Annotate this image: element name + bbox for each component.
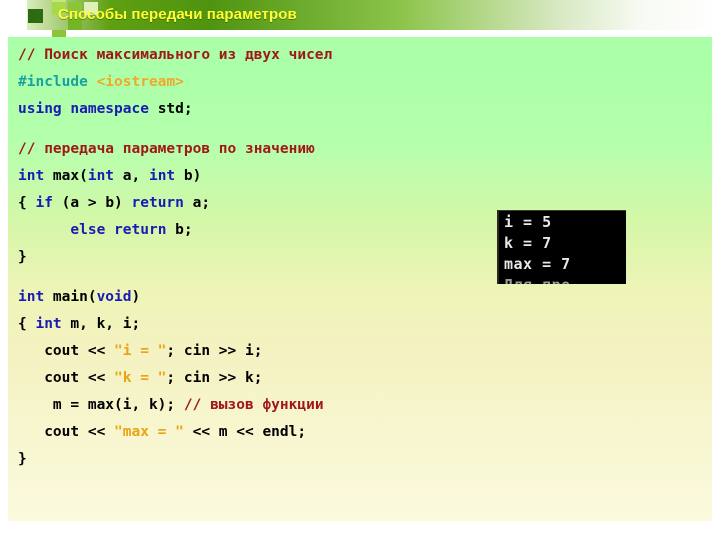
code-token: cout << bbox=[18, 424, 115, 440]
code-token: if bbox=[35, 195, 62, 211]
code-line: // передача параметров по значению bbox=[18, 136, 332, 163]
code-token: << m << endl; bbox=[183, 424, 307, 440]
code-token: int bbox=[148, 168, 184, 184]
code-token: a; bbox=[192, 195, 211, 211]
slide: Способы передачи параметров // Поиск мак… bbox=[0, 0, 720, 540]
square-bright bbox=[52, 0, 66, 2]
code-token: // передача параметров по значению bbox=[18, 141, 315, 157]
code-token: main( bbox=[52, 289, 97, 305]
code-line: cout << "max = " << m << endl; bbox=[18, 419, 332, 446]
code-token: b) bbox=[183, 168, 202, 184]
console-output-text: i = 5 k = 7 max = 7 Для про bbox=[504, 212, 571, 284]
code-token: } bbox=[18, 249, 27, 265]
code-line: m = max(i, k); // вызов функции bbox=[18, 392, 332, 419]
code-token: int bbox=[18, 289, 53, 305]
code-token: a, bbox=[122, 168, 149, 184]
code-line: using namespace std; bbox=[18, 96, 332, 123]
code-token: "i = " bbox=[114, 343, 167, 359]
code-token: (a > b) bbox=[61, 195, 132, 211]
square-light-1 bbox=[0, 0, 27, 30]
code-token: else return bbox=[70, 222, 176, 238]
code-line: #include <iostream> bbox=[18, 69, 332, 96]
code-token: ; cin >> k; bbox=[166, 370, 263, 386]
code-token: // Поиск максимального из двух чисел bbox=[18, 47, 333, 63]
code-block: // Поиск максимального из двух чисел #inc… bbox=[18, 42, 332, 473]
code-token: b; bbox=[175, 222, 193, 238]
code-token: <iostream> bbox=[96, 74, 184, 90]
code-line: cout << "k = "; cin >> k; bbox=[18, 365, 332, 392]
code-token: cout << bbox=[18, 370, 115, 386]
content-panel: // Поиск максимального из двух чисел #inc… bbox=[8, 37, 712, 521]
code-token: // вызов функции bbox=[183, 397, 324, 413]
code-token: m = max(i, k); bbox=[18, 397, 184, 413]
console-line: max = 7 bbox=[504, 255, 571, 273]
console-line: k = 7 bbox=[504, 234, 552, 252]
page-title: Способы передачи параметров bbox=[58, 6, 297, 23]
code-line: } bbox=[18, 446, 332, 473]
code-token: ) bbox=[131, 289, 141, 305]
code-line: int main(void) bbox=[18, 284, 332, 311]
code-token: "k = " bbox=[114, 370, 167, 386]
console-output-image: i = 5 k = 7 max = 7 Для про bbox=[497, 210, 626, 284]
code-token: } bbox=[18, 451, 27, 467]
console-line: Для про bbox=[504, 275, 571, 284]
code-token: { bbox=[18, 316, 36, 332]
code-token: max( bbox=[52, 168, 88, 184]
code-line: else return b; bbox=[18, 217, 332, 244]
code-line: { if (a > b) return a; bbox=[18, 190, 332, 217]
code-token: "max = " bbox=[114, 424, 184, 440]
code-token: int bbox=[35, 316, 71, 332]
code-token: void bbox=[96, 289, 132, 305]
code-token: ; cin >> i; bbox=[166, 343, 263, 359]
code-token: #include bbox=[18, 74, 97, 90]
code-token: std; bbox=[157, 101, 193, 117]
code-token: int bbox=[87, 168, 123, 184]
code-line: cout << "i = "; cin >> i; bbox=[18, 338, 332, 365]
code-token: int bbox=[18, 168, 53, 184]
code-line: } bbox=[18, 244, 332, 271]
square-dark-1 bbox=[28, 9, 43, 23]
code-line: // Поиск максимального из двух чисел bbox=[18, 42, 332, 69]
code-token: { bbox=[18, 195, 36, 211]
code-token: return bbox=[131, 195, 193, 211]
console-line: i = 5 bbox=[504, 213, 552, 231]
code-line: { int m, k, i; bbox=[18, 311, 332, 338]
code-token: using namespace bbox=[18, 101, 158, 117]
code-line: int max(int a, int b) bbox=[18, 163, 332, 190]
code-token: m, k, i; bbox=[70, 316, 141, 332]
code-token: cout << bbox=[18, 343, 115, 359]
